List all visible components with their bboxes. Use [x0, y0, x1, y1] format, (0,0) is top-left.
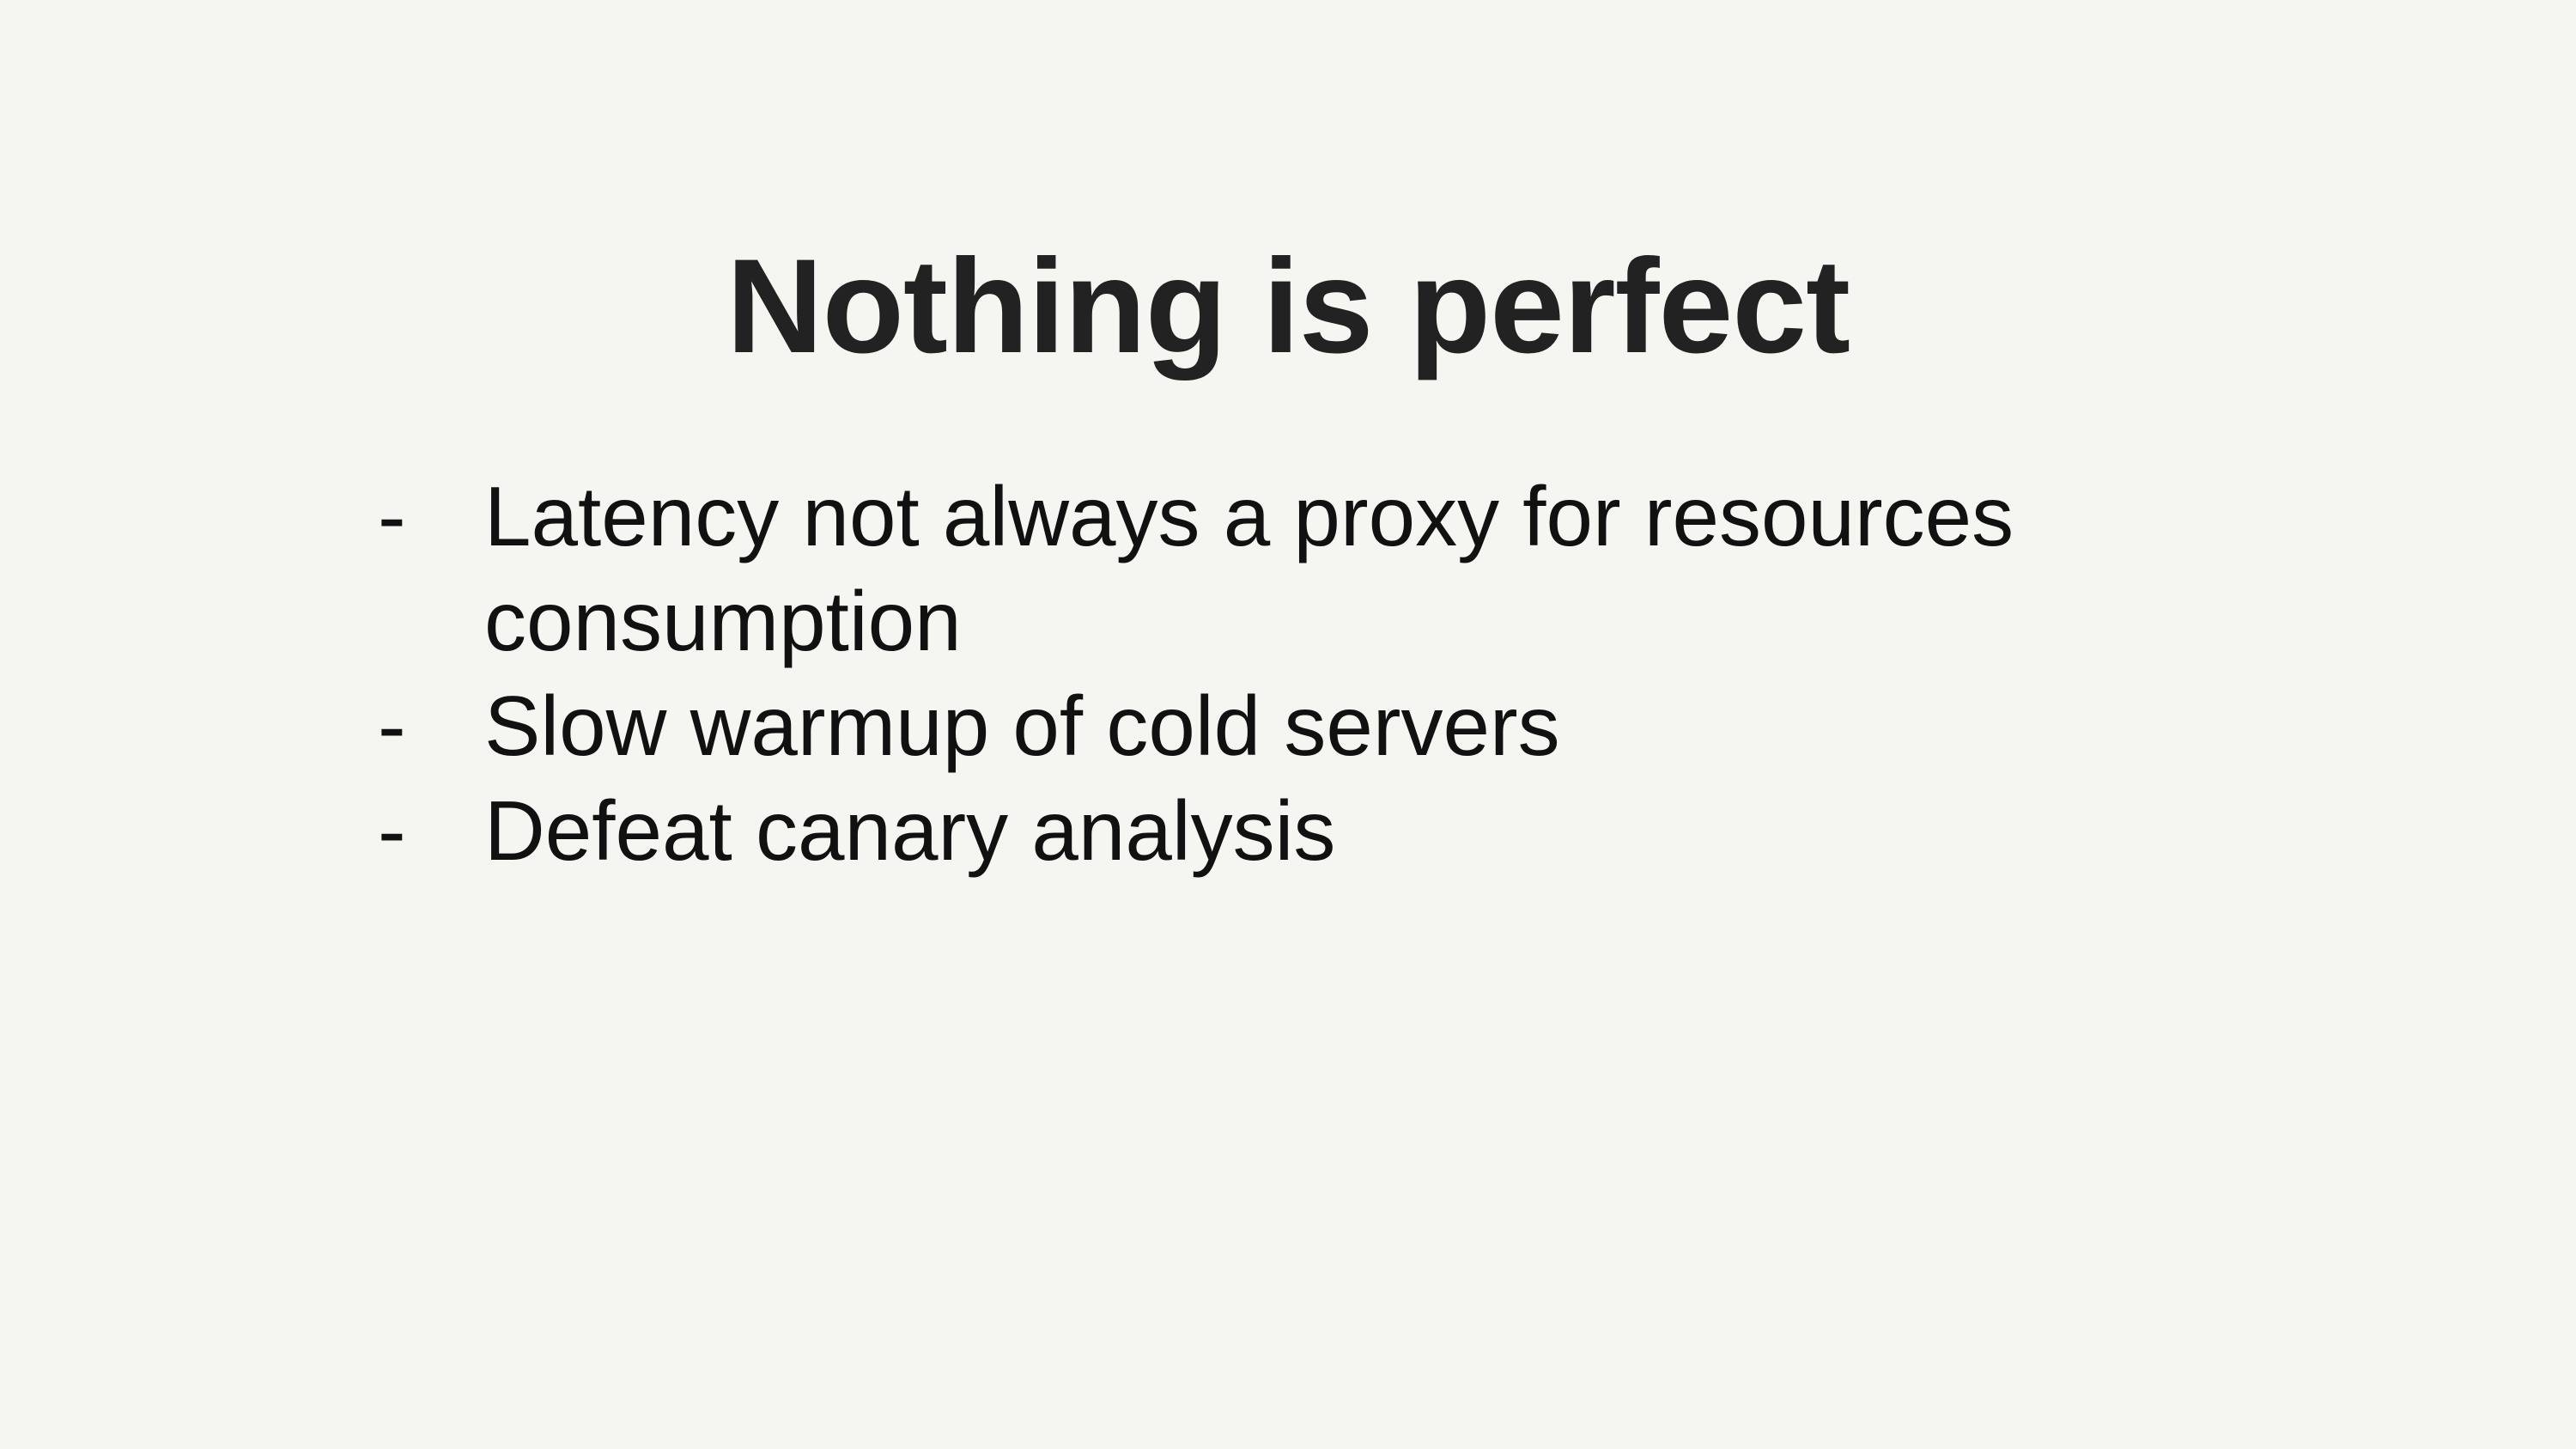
bullet-item: - Latency not always a proxy for resourc…	[378, 464, 2095, 673]
slide: Nothing is perfect - Latency not always …	[0, 0, 2576, 1449]
slide-title: Nothing is perfect	[726, 232, 1850, 381]
bullet-dash: -	[378, 679, 406, 773]
bullet-list: - Latency not always a proxy for resourc…	[378, 464, 2095, 883]
bullet-text-latency: Latency not always a proxy for resources…	[484, 469, 2014, 668]
bullet-text-canary: Defeat canary analysis	[484, 783, 1336, 878]
bullet-item: - Defeat canary analysis	[378, 778, 2095, 883]
bullet-item: - Slow warmup of cold servers	[378, 673, 2095, 778]
bullet-dash: -	[378, 469, 406, 563]
bullet-dash: -	[378, 783, 406, 878]
bullet-text-warmup: Slow warmup of cold servers	[484, 679, 1560, 773]
